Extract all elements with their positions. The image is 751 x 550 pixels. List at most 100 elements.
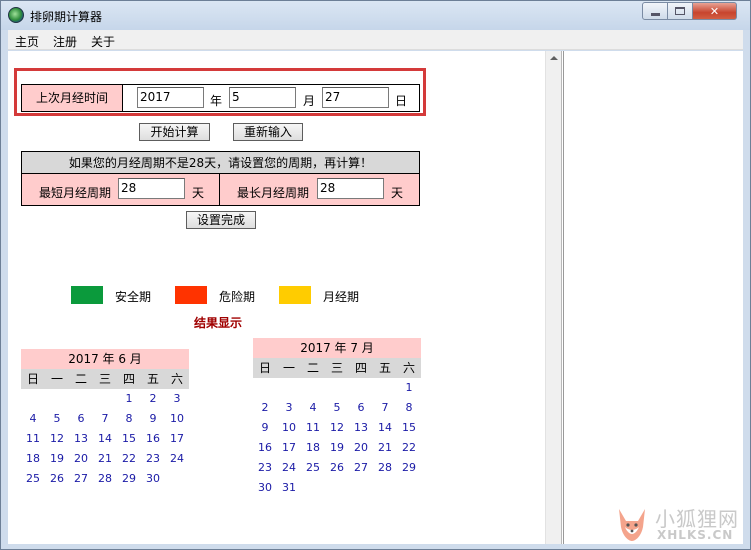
calendar-blank-cell <box>325 378 349 398</box>
watermark-en: XHLKS.CN <box>657 528 734 542</box>
calendar-day[interactable]: 17 <box>165 429 189 449</box>
calendar-day[interactable]: 25 <box>21 469 45 489</box>
calendar-day[interactable]: 22 <box>117 449 141 469</box>
calendar-day[interactable]: 12 <box>325 418 349 438</box>
calendar-day[interactable]: 6 <box>69 409 93 429</box>
calendar-day[interactable]: 11 <box>21 429 45 449</box>
calendar-day[interactable]: 20 <box>349 438 373 458</box>
calendar-day[interactable]: 9 <box>253 418 277 438</box>
calendar-day[interactable]: 11 <box>301 418 325 438</box>
calendar-day[interactable]: 1 <box>397 378 421 398</box>
calendar-title: 2017 年 7 月 <box>253 338 421 358</box>
calendar-day[interactable]: 24 <box>277 458 301 478</box>
calendar-day[interactable]: 9 <box>141 409 165 429</box>
calendar-day[interactable]: 14 <box>373 418 397 438</box>
calendar-blank-cell <box>253 378 277 398</box>
calendar-day[interactable]: 16 <box>141 429 165 449</box>
menu-item-register[interactable]: 注册 <box>53 33 77 50</box>
calendar-day[interactable]: 26 <box>45 469 69 489</box>
calendar-day[interactable]: 18 <box>301 438 325 458</box>
calendar-day[interactable]: 17 <box>277 438 301 458</box>
calendar-day[interactable]: 18 <box>21 449 45 469</box>
calendar-day[interactable]: 21 <box>373 438 397 458</box>
calendar-day[interactable]: 22 <box>397 438 421 458</box>
calendar-day[interactable]: 8 <box>397 398 421 418</box>
calendar-day[interactable]: 3 <box>165 389 189 409</box>
calendar-day[interactable]: 19 <box>45 449 69 469</box>
calendar-day[interactable]: 28 <box>373 458 397 478</box>
calendar-day[interactable]: 31 <box>277 478 301 498</box>
calendar-day[interactable]: 19 <box>325 438 349 458</box>
calendar-day[interactable]: 15 <box>117 429 141 449</box>
calendar-day[interactable]: 4 <box>301 398 325 418</box>
title-bar[interactable]: 排卵期计算器 ✕ <box>1 1 750 30</box>
calendar-day[interactable]: 10 <box>277 418 301 438</box>
calendar-title: 2017 年 6 月 <box>21 349 189 369</box>
calendar-day[interactable]: 23 <box>253 458 277 478</box>
calendar-day[interactable]: 6 <box>349 398 373 418</box>
maximize-button[interactable] <box>668 2 693 20</box>
calendar-day[interactable]: 15 <box>397 418 421 438</box>
globe-icon <box>8 7 24 23</box>
calendar-day[interactable]: 30 <box>253 478 277 498</box>
calendar-day[interactable]: 13 <box>349 418 373 438</box>
calendar-day[interactable]: 2 <box>253 398 277 418</box>
calendar-day[interactable]: 8 <box>117 409 141 429</box>
right-panel <box>563 51 743 544</box>
weekday-header: 二 <box>306 361 319 375</box>
calendar-day[interactable]: 20 <box>69 449 93 469</box>
calendar-day[interactable]: 28 <box>93 469 117 489</box>
shortest-cycle-input[interactable]: 28 <box>118 178 185 199</box>
calendar-day[interactable]: 16 <box>253 438 277 458</box>
calendar-day[interactable]: 7 <box>93 409 117 429</box>
weekday-header: 一 <box>50 372 63 386</box>
calendar-blank-cell <box>373 378 397 398</box>
calendar-day[interactable]: 29 <box>397 458 421 478</box>
reset-button[interactable]: 重新输入 <box>233 123 303 141</box>
calendar-day[interactable]: 24 <box>165 449 189 469</box>
calendar-day[interactable]: 23 <box>141 449 165 469</box>
calendar-day[interactable]: 3 <box>277 398 301 418</box>
start-calc-button[interactable]: 开始计算 <box>139 123 210 141</box>
menu-item-about[interactable]: 关于 <box>91 33 115 50</box>
weekday-header: 日 <box>258 361 271 375</box>
day-input[interactable]: 27 <box>322 87 389 108</box>
legend-label-danger: 危险期 <box>219 290 256 304</box>
weekday-header: 日 <box>26 372 39 386</box>
minimize-button[interactable] <box>642 2 668 20</box>
calendar-day[interactable]: 2 <box>141 389 165 409</box>
calendar-blank-cell <box>277 378 301 398</box>
calendar-day[interactable]: 5 <box>325 398 349 418</box>
calendar-day[interactable]: 7 <box>373 398 397 418</box>
menu-item-home[interactable]: 主页 <box>15 33 39 50</box>
calendar-blank-cell <box>301 378 325 398</box>
calendar-day[interactable]: 21 <box>93 449 117 469</box>
calendar-day[interactable]: 30 <box>141 469 165 489</box>
calendar-day[interactable]: 26 <box>325 458 349 478</box>
watermark: 小狐狸网 XHLKS.CN <box>613 501 748 547</box>
calendar-day[interactable]: 27 <box>69 469 93 489</box>
scroll-up-arrow-icon[interactable] <box>550 56 558 60</box>
calendar-day[interactable]: 12 <box>45 429 69 449</box>
settings-done-button[interactable]: 设置完成 <box>186 211 256 229</box>
calendar-day[interactable]: 14 <box>93 429 117 449</box>
calendar-days: 1 2 3 4 5 6 7 8 9 10 11 12 13 14 15 16 17 18 19 20 21 22 23 24 2… <box>21 389 189 489</box>
calendar-day[interactable]: 4 <box>21 409 45 429</box>
longest-cycle-unit: 天 <box>391 186 404 200</box>
close-icon: ✕ <box>709 4 720 18</box>
calendar-weekdays: 日一二三四五六 <box>253 358 421 378</box>
vertical-scrollbar[interactable] <box>545 51 562 544</box>
calendar-day[interactable]: 29 <box>117 469 141 489</box>
longest-cycle-label: 最长月经周期 <box>237 186 310 200</box>
longest-cycle-input[interactable]: 28 <box>317 178 384 199</box>
calendar-day[interactable]: 13 <box>69 429 93 449</box>
calendar-day[interactable]: 10 <box>165 409 189 429</box>
calendar-day[interactable]: 1 <box>117 389 141 409</box>
month-input[interactable]: 5 <box>229 87 296 108</box>
calendar-day[interactable]: 25 <box>301 458 325 478</box>
calendar-weekdays: 日一二三四五六 <box>21 369 189 389</box>
close-button[interactable]: ✕ <box>693 2 737 20</box>
year-input[interactable]: 2017 <box>137 87 204 108</box>
calendar-day[interactable]: 27 <box>349 458 373 478</box>
calendar-day[interactable]: 5 <box>45 409 69 429</box>
